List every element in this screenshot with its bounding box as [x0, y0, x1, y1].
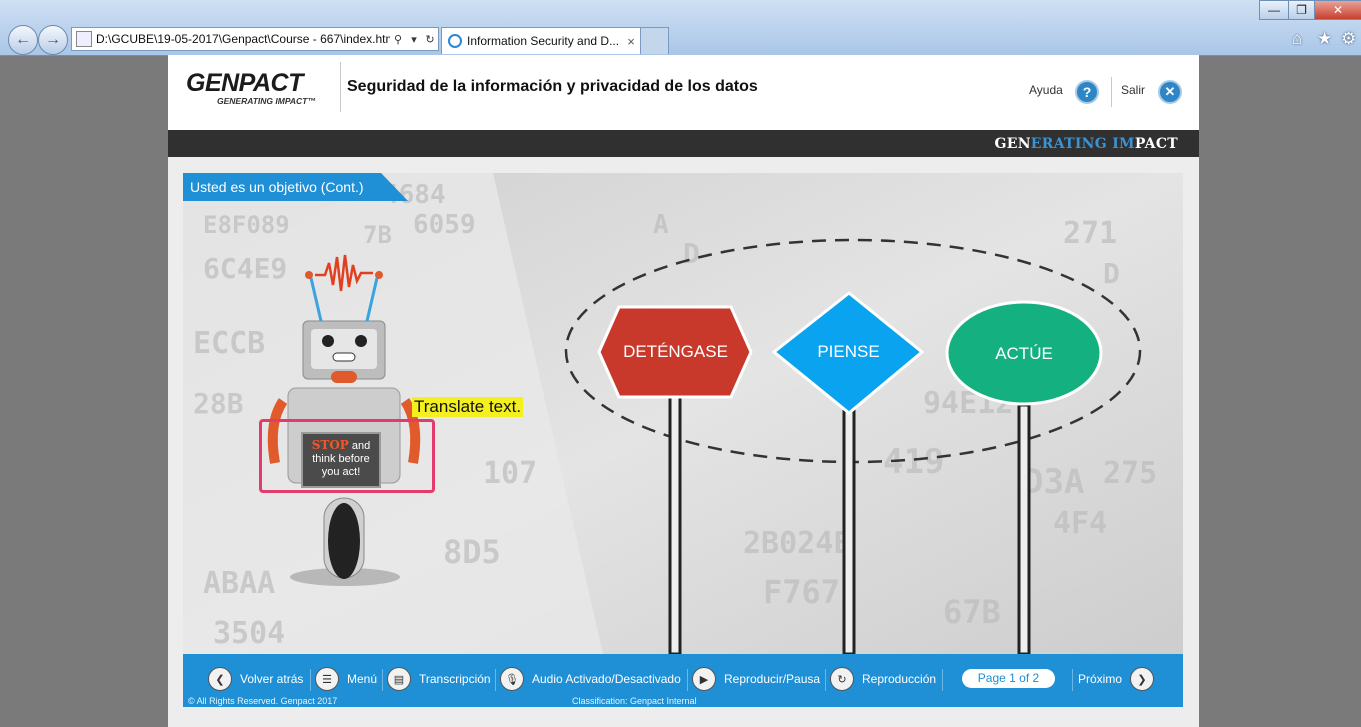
chevron-left-icon: ❮: [208, 667, 232, 691]
menu-button[interactable]: ☰ Menú: [315, 666, 377, 692]
menu-label: Menú: [347, 672, 378, 686]
back-button[interactable]: ❮ Volver atrás: [208, 666, 303, 692]
tagline-part: IM: [1112, 136, 1135, 152]
sign-label-act: ACTÚE: [995, 344, 1053, 363]
card-text-3: you act!: [321, 466, 361, 478]
next-button[interactable]: Próximo ❯: [1078, 666, 1155, 692]
back-arrow-icon[interactable]: ←: [8, 25, 38, 55]
footer-divider: [495, 669, 496, 691]
close-window-icon[interactable]: ✕: [1314, 0, 1361, 20]
player-footer: ❮ Volver atrás ☰ Menú ▤ Transcripción 🎙 …: [183, 654, 1183, 707]
sign-label-stop: DETÉNGASE: [623, 342, 728, 361]
ie-icon: [448, 34, 462, 48]
sign-poles: [668, 393, 1031, 654]
classification-text: Classification: Genpact Internal: [572, 696, 697, 706]
footer-divider: [382, 669, 383, 691]
tagline-part: ERATING: [1030, 136, 1113, 152]
minimize-icon[interactable]: —: [1259, 0, 1289, 20]
footer-divider: [1072, 669, 1073, 691]
dropdown-icon[interactable]: ▾: [406, 33, 422, 46]
address-text[interactable]: D:\GCUBE\19-05-2017\Genpact\Course - 667…: [92, 32, 390, 46]
header-divider: [340, 62, 341, 112]
audio-toggle-button[interactable]: 🎙 Audio Activado/Desactivado: [500, 666, 681, 692]
footer-divider: [825, 669, 826, 691]
maximize-icon[interactable]: ❐: [1288, 0, 1315, 20]
page-indicator: Page 1 of 2: [962, 669, 1055, 688]
home-icon[interactable]: ⌂: [1292, 29, 1302, 49]
exit-close-icon[interactable]: ✕: [1158, 80, 1182, 104]
address-bar[interactable]: D:\GCUBE\19-05-2017\Genpact\Course - 667…: [71, 27, 439, 51]
tagline: GENERATING IMPACT: [994, 136, 1178, 152]
browser-tab[interactable]: Information Security and D... ×: [441, 27, 641, 54]
footer-divider: [687, 669, 688, 691]
new-tab-button[interactable]: [640, 27, 669, 54]
logo-text: GENPACT: [186, 69, 303, 97]
replay-label: Reproducción: [862, 672, 937, 686]
transcript-doc-icon: ▤: [387, 667, 411, 691]
search-icon[interactable]: ⚲: [390, 33, 406, 46]
robot-card: STOP and think before you act!: [301, 432, 381, 488]
help-question-icon[interactable]: ?: [1075, 80, 1099, 104]
forward-arrow-icon[interactable]: →: [38, 25, 68, 55]
replay-icon: ↻: [830, 667, 854, 691]
play-pause-button[interactable]: ▶ Reproducir/Pausa: [692, 666, 820, 692]
exit-label[interactable]: Salir: [1121, 83, 1145, 97]
favorites-star-icon[interactable]: ★: [1317, 29, 1332, 49]
card-stop-word: STOP: [311, 438, 349, 452]
settings-gear-icon[interactable]: ⚙: [1341, 29, 1356, 49]
transcript-button[interactable]: ▤ Transcripción: [387, 666, 491, 692]
transcript-label: Transcripción: [419, 672, 491, 686]
play-icon: ▶: [692, 667, 716, 691]
sign-label-think: PIENSE: [817, 342, 880, 361]
browser-chrome: ← → D:\GCUBE\19-05-2017\Genpact\Course -…: [0, 0, 1361, 56]
tagline-part: GEN: [994, 136, 1031, 152]
logo-subtext: GENERATING IMPACT™: [217, 96, 316, 106]
slide-stage: 4684 E8F089 6C4E9 ECCB 28B 107 8D5 ABAA …: [183, 173, 1183, 654]
menu-list-icon: ☰: [315, 667, 339, 691]
microphone-icon: 🎙: [500, 667, 524, 691]
card-text-1: and: [348, 440, 371, 452]
tab-close-icon[interactable]: ×: [622, 34, 640, 49]
replay-button[interactable]: ↻ Reproducción: [830, 666, 936, 692]
tab-title: Information Security and D...: [467, 34, 620, 48]
tagline-part: PACT: [1134, 136, 1178, 152]
footer-divider: [310, 669, 311, 691]
footer-divider: [942, 669, 943, 691]
course-header: GENPACT GENERATING IMPACT™ Seguridad de …: [168, 55, 1199, 130]
translate-callout: Translate text.: [412, 397, 524, 417]
page-icon: [76, 31, 92, 47]
signs-graphic: [267, 254, 1103, 654]
next-label: Próximo: [1078, 672, 1123, 686]
card-text-2: think before: [312, 453, 370, 465]
playpause-label: Reproducir/Pausa: [724, 672, 821, 686]
course-page: GENPACT GENERATING IMPACT™ Seguridad de …: [168, 55, 1199, 727]
course-title: Seguridad de la información y privacidad…: [347, 78, 758, 95]
tagline-bar: GENERATING IMPACT: [168, 130, 1199, 157]
back-label: Volver atrás: [240, 672, 304, 686]
header-divider-2: [1111, 77, 1112, 107]
genpact-logo: GENPACT GENERATING IMPACT™: [186, 69, 316, 106]
refresh-icon[interactable]: ↻: [422, 33, 438, 46]
chevron-right-icon: ❯: [1130, 667, 1155, 691]
help-label[interactable]: Ayuda: [1029, 83, 1063, 97]
audio-label: Audio Activado/Desactivado: [532, 672, 681, 686]
copyright-text: © All Rights Reserved. Genpact 2017: [188, 696, 338, 706]
